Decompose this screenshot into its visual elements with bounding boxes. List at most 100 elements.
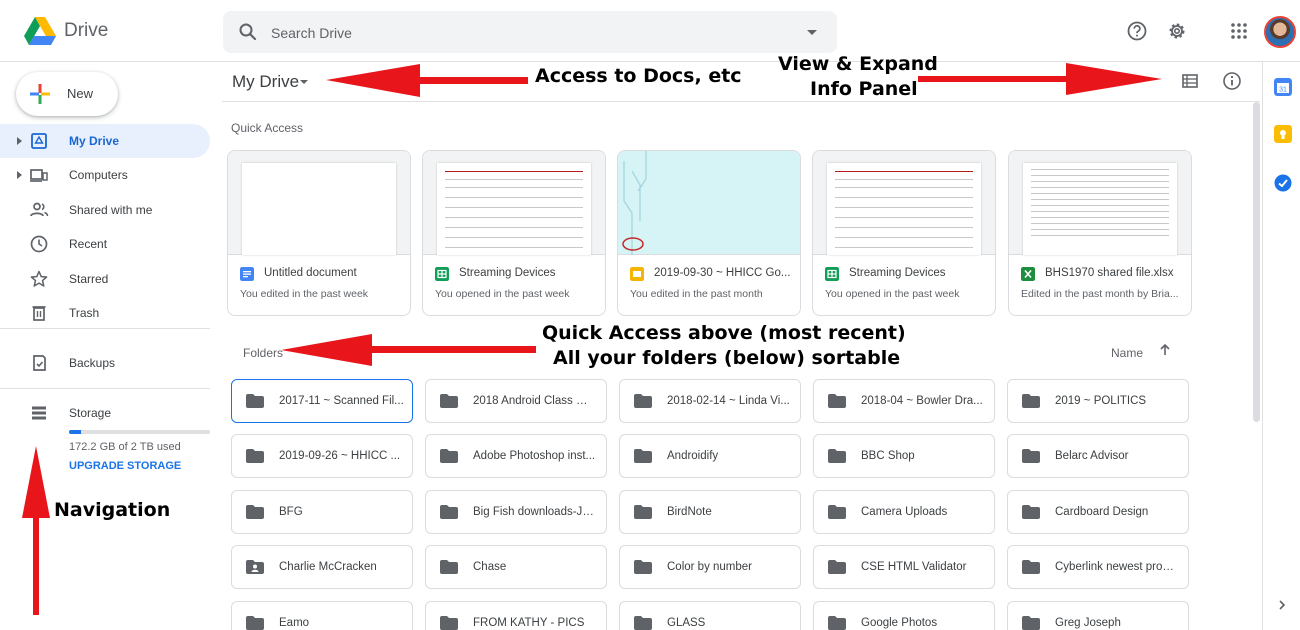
folder-name: Belarc Advisor [1055,450,1129,462]
help-icon[interactable] [1126,20,1148,42]
spreadsheet-page-preview [437,163,591,255]
scrollbar[interactable] [1253,102,1260,630]
folder-item[interactable]: Chase [425,545,607,589]
sidebar-item-trash[interactable]: Trash [0,296,210,330]
folder-item[interactable]: 2018-02-14 ~ Linda Vi... [619,379,801,423]
folder-item[interactable]: Androidify [619,434,801,478]
folder-name: Adobe Photoshop inst... [473,450,596,462]
breadcrumb-dropdown-icon[interactable] [300,80,308,84]
sidebar-item-shared-with-me[interactable]: Shared with me [0,193,210,227]
sidebar-item-label: Starred [69,272,109,286]
folder-icon [1022,449,1040,463]
settings-icon[interactable] [1166,20,1188,42]
search-bar[interactable] [223,11,837,53]
sort-by-name-button[interactable]: Name [1111,346,1143,360]
sidebar-item-storage[interactable]: Storage [0,396,210,430]
folder-name: Eamo [279,617,310,629]
folders-label: Folders [243,346,284,360]
folder-item[interactable]: Adobe Photoshop inst... [425,434,607,478]
quick-access-card[interactable]: BHS1970 shared file.xlsx Edited in the p… [1008,150,1192,316]
folder-item[interactable]: BirdNote [619,490,801,534]
app-title[interactable]: Drive [64,20,108,42]
folder-item[interactable]: CSE HTML Validator [813,545,995,589]
sidebar-divider [0,328,210,329]
shared-icon [30,202,49,217]
quick-access-card[interactable]: Streaming Devices You opened in the past… [812,150,996,316]
folder-item[interactable]: Color by number [619,545,801,589]
folder-item[interactable]: BBC Shop [813,434,995,478]
file-name: BHS1970 shared file.xlsx [1045,267,1174,279]
new-button[interactable]: New [16,72,118,116]
excel-file-icon [1021,267,1035,281]
folder-item[interactable]: Belarc Advisor [1007,434,1189,478]
google-sheets-icon [825,267,839,281]
folder-icon [440,616,458,630]
file-preview [813,151,995,255]
folder-icon [1022,505,1040,519]
folder-item[interactable]: Charlie McCracken [231,545,413,589]
sidebar-divider [0,388,210,389]
google-slides-icon [630,267,644,281]
side-panel: 31 [1262,62,1300,630]
folder-icon [440,449,458,463]
folder-name: Charlie McCracken [279,561,377,573]
file-preview [228,151,410,255]
breadcrumb[interactable]: My Drive [232,72,299,92]
file-preview [423,151,605,255]
google-docs-icon [240,267,254,281]
drive-logo-icon[interactable] [24,17,56,45]
sidebar-item-backups[interactable]: Backups [0,346,210,380]
folder-item[interactable]: Cardboard Design [1007,490,1189,534]
folder-icon [246,394,264,408]
upgrade-storage-link[interactable]: UPGRADE STORAGE [69,460,181,472]
sidebar-item-label: My Drive [69,134,120,148]
folder-item[interactable]: Camera Uploads [813,490,995,534]
folder-item[interactable]: 2018-04 ~ Bowler Dra... [813,379,995,423]
search-options-icon[interactable] [807,30,817,35]
folder-item[interactable]: Cyberlink newest progr... [1007,545,1189,589]
scrollbar-thumb[interactable] [1253,102,1260,422]
sidebar-item-computers[interactable]: Computers [0,158,210,192]
sidebar-item-starred[interactable]: Starred [0,262,210,296]
expand-arrow-icon[interactable] [17,137,22,145]
quick-access-card[interactable]: 2019-09-30 ~ HHICC Go... You edited in t… [617,150,801,316]
sidebar-item-my-drive[interactable]: My Drive [0,124,210,158]
folder-item[interactable]: 2018 Android Class @ ... [425,379,607,423]
apps-icon[interactable] [1228,20,1250,42]
sidebar-item-label: Shared with me [69,203,153,217]
avatar[interactable] [1264,16,1296,48]
expand-panel-icon[interactable] [1275,598,1289,612]
folder-item[interactable]: BFG [231,490,413,534]
folder-item[interactable]: Google Photos [813,601,995,630]
file-activity: You opened in the past week [825,288,960,300]
search-icon[interactable] [238,22,258,42]
expand-arrow-icon[interactable] [17,171,22,179]
folder-name: Google Photos [861,617,938,629]
folder-item[interactable]: FROM KATHY - PICS [425,601,607,630]
folder-item[interactable]: Eamo [231,601,413,630]
folder-name: 2017-11 ~ Scanned Fil... [279,395,404,407]
folder-item[interactable]: 2019-09-26 ~ HHICC ... [231,434,413,478]
folder-icon [634,560,652,574]
info-icon[interactable] [1222,71,1242,91]
folder-item[interactable]: 2019 ~ POLITICS [1007,379,1189,423]
folder-item[interactable]: Greg Joseph [1007,601,1189,630]
my-drive-icon [31,133,47,149]
list-view-icon[interactable] [1180,71,1200,91]
slide-preview-graphic [622,151,647,255]
quick-access-card[interactable]: Streaming Devices You opened in the past… [422,150,606,316]
file-name: Streaming Devices [459,267,556,279]
keep-icon[interactable] [1274,125,1292,143]
svg-text:31: 31 [1279,87,1287,94]
search-input[interactable] [271,23,771,43]
calendar-icon[interactable]: 31 [1274,78,1292,96]
quick-access-card[interactable]: Untitled document You edited in the past… [227,150,411,316]
folder-name: 2019-09-26 ~ HHICC ... [279,450,401,462]
tasks-icon[interactable] [1274,174,1292,192]
folder-name: Chase [473,561,507,573]
sort-ascending-arrow-icon[interactable] [1157,342,1173,358]
sidebar-item-recent[interactable]: Recent [0,227,210,261]
folder-item[interactable]: 2017-11 ~ Scanned Fil... [231,379,413,423]
folder-item[interactable]: Big Fish downloads-JL... [425,490,607,534]
folder-item[interactable]: GLASS [619,601,801,630]
